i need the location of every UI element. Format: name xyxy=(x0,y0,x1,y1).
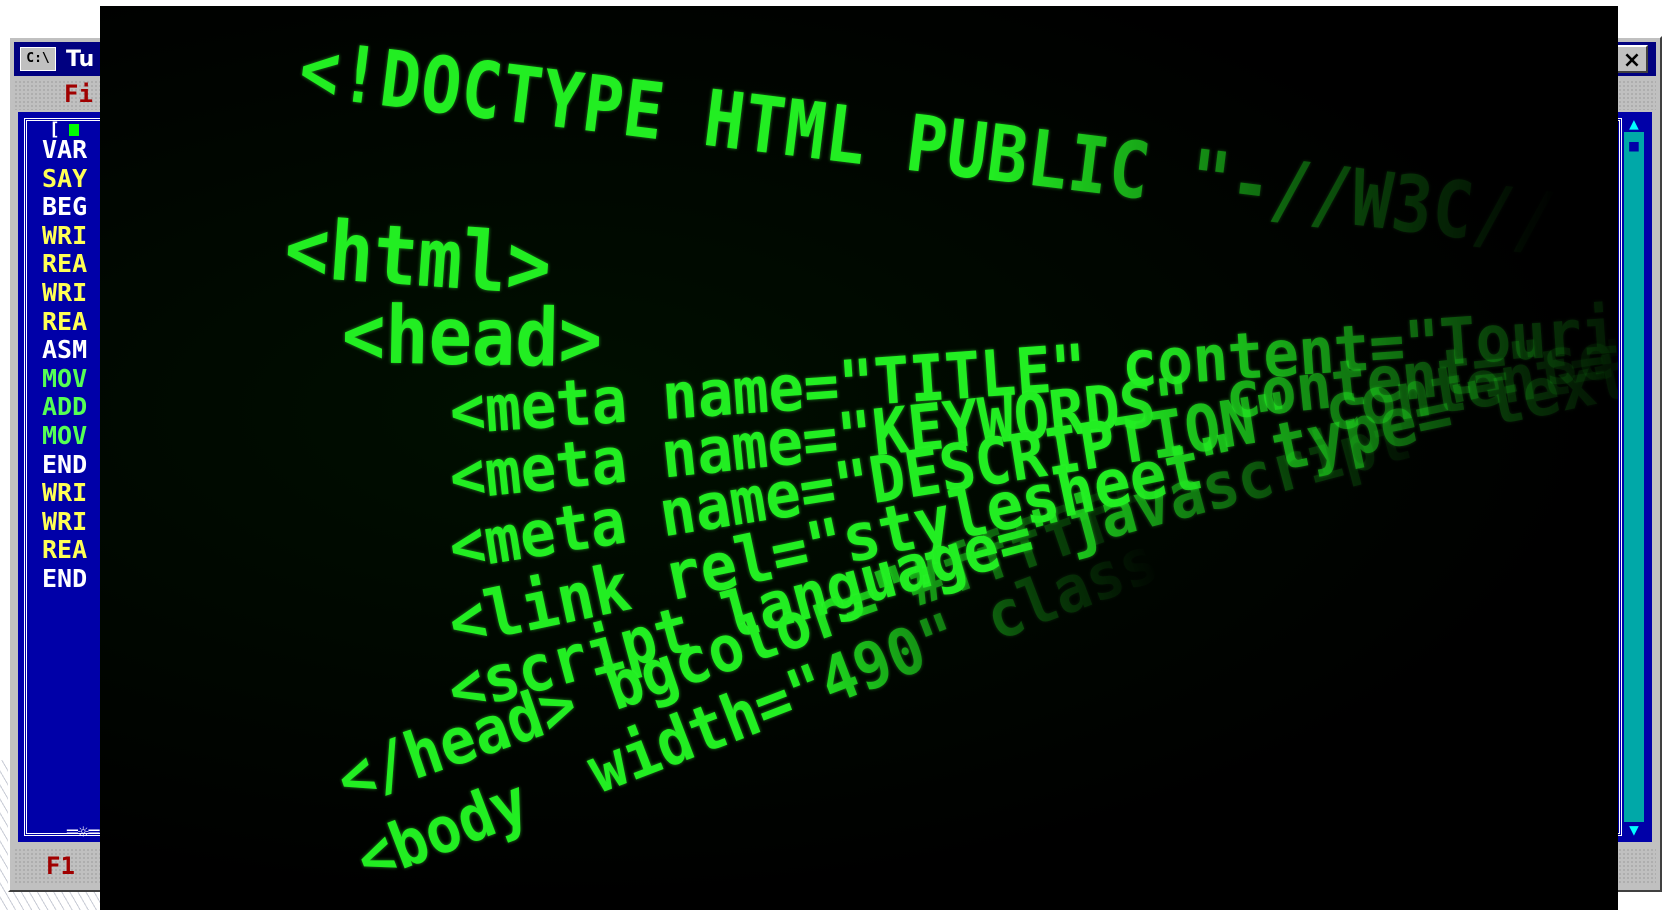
code-line: WRI xyxy=(42,506,88,536)
code-line: REA xyxy=(42,306,88,336)
code-line: REA xyxy=(42,249,88,279)
code-line: WRI xyxy=(42,220,88,250)
code-line: END xyxy=(42,563,88,593)
code-line: VAR xyxy=(42,135,88,164)
close-button[interactable]: × xyxy=(1616,45,1648,73)
menu-file[interactable]: Fi xyxy=(64,80,93,108)
scroll-thumb[interactable]: ■ xyxy=(1628,138,1640,162)
pascal-code-lines: VAR SAY BEG WRI REA WRI REA ASM MOV ADD … xyxy=(42,135,88,594)
scroll-up-arrow-icon[interactable]: ▲ xyxy=(1624,114,1644,134)
code-line: ADD xyxy=(42,392,88,422)
code-line: MOV xyxy=(42,420,88,450)
code-line: WRI xyxy=(42,277,88,307)
code-line: WRI xyxy=(42,478,88,508)
code-line: BEG xyxy=(42,192,88,222)
html-code-photo: <!DOCTYPE HTML PUBLIC "-//W3C// <html> <… xyxy=(100,6,1618,910)
console-app-icon: C:\ xyxy=(20,47,56,71)
vertical-scrollbar[interactable]: ▲ ■ ▼ xyxy=(1624,114,1644,839)
code-line: ASM xyxy=(42,335,88,365)
code-line: END xyxy=(42,449,88,479)
code-line: MOV xyxy=(42,363,88,393)
status-f1-help[interactable]: F1 xyxy=(46,852,75,880)
scroll-down-arrow-icon[interactable]: ▼ xyxy=(1624,820,1644,840)
code-line: REA xyxy=(42,535,88,565)
editor-bottom-ornament: ═☼═ xyxy=(67,822,100,843)
code-line: SAY xyxy=(42,163,88,193)
window-title: Tu xyxy=(66,46,95,72)
